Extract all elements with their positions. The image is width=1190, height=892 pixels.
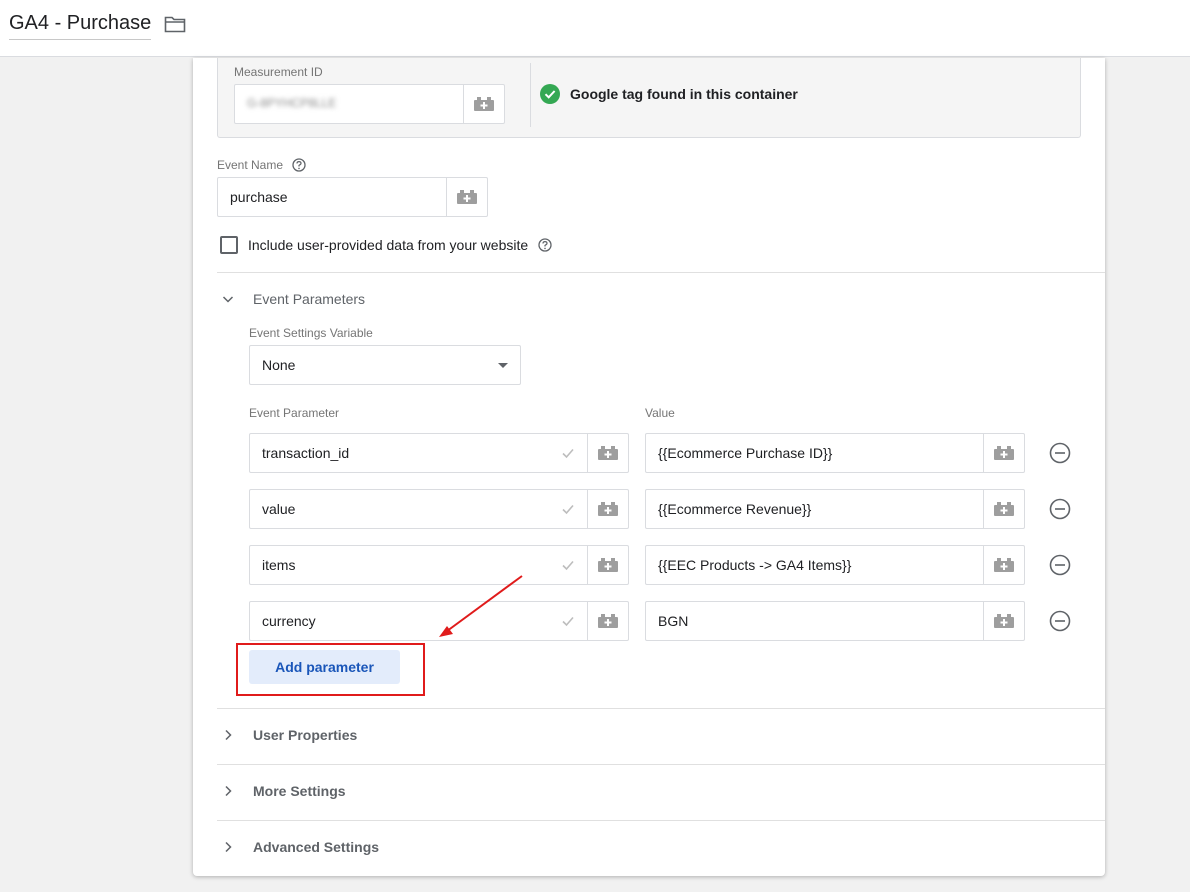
measurement-id-value: G-8PYHCP8LLE xyxy=(247,96,337,110)
annotation-highlight-box xyxy=(236,643,425,696)
variable-picker-button[interactable] xyxy=(983,490,1024,528)
remove-row-icon[interactable] xyxy=(1049,554,1071,576)
event-parameter-value: {{Ecommerce Purchase ID}} xyxy=(658,445,833,461)
event-parameter-value: {{EEC Products -> GA4 Items}} xyxy=(658,557,852,573)
divider xyxy=(217,820,1105,821)
event-parameter-value-field[interactable]: {{Ecommerce Purchase ID}} xyxy=(645,433,1025,473)
advanced-settings-title: Advanced Settings xyxy=(253,839,380,855)
remove-row-icon[interactable] xyxy=(1049,442,1071,464)
event-parameter-value-field[interactable]: {{EEC Products -> GA4 Items}} xyxy=(645,545,1025,585)
variable-brick-icon xyxy=(474,97,494,111)
event-parameters-title: Event Parameters xyxy=(253,291,366,307)
variable-picker-button[interactable] xyxy=(587,434,628,472)
advanced-settings-header[interactable]: Advanced Settings xyxy=(221,839,379,855)
variable-picker-button[interactable] xyxy=(587,546,628,584)
remove-row-icon[interactable] xyxy=(1049,610,1071,632)
event-name-label: Event Name xyxy=(217,158,306,172)
variable-brick-icon xyxy=(994,558,1014,572)
event-parameter-value-field[interactable]: BGN xyxy=(645,601,1025,641)
event-parameter-name: items xyxy=(262,557,296,573)
event-parameter-name: currency xyxy=(262,613,316,629)
user-data-checkbox-label: Include user-provided data from your web… xyxy=(248,237,529,253)
variable-picker-button[interactable] xyxy=(983,546,1024,584)
chevron-right-icon xyxy=(221,840,235,854)
user-properties-header[interactable]: User Properties xyxy=(221,727,357,743)
user-data-checkbox-row[interactable]: Include user-provided data from your web… xyxy=(220,236,552,254)
check-circle-icon xyxy=(540,84,560,104)
event-parameter-value: BGN xyxy=(658,613,689,629)
variable-brick-icon xyxy=(598,502,618,516)
event-parameter-field[interactable]: value xyxy=(249,489,629,529)
event-parameter-name: value xyxy=(262,501,296,517)
event-name-label-text: Event Name xyxy=(217,158,284,172)
divider xyxy=(217,272,1105,273)
checkmark-icon xyxy=(561,614,575,628)
value-column-label: Value xyxy=(645,406,675,420)
variable-brick-icon xyxy=(598,446,618,460)
checkmark-icon xyxy=(561,558,575,572)
more-settings-title: More Settings xyxy=(253,783,346,799)
event-name-value: purchase xyxy=(230,189,288,205)
variable-brick-icon xyxy=(994,614,1014,628)
chevron-right-icon xyxy=(221,728,235,742)
event-settings-variable-label: Event Settings Variable xyxy=(249,326,373,340)
divider xyxy=(217,708,1105,709)
variable-picker-button[interactable] xyxy=(983,434,1024,472)
chevron-down-icon xyxy=(221,292,235,306)
help-icon[interactable] xyxy=(538,238,552,252)
tag-title[interactable]: GA4 - Purchase xyxy=(9,12,151,40)
measurement-id-label: Measurement ID xyxy=(234,65,323,79)
user-data-checkbox[interactable] xyxy=(220,236,238,254)
variable-picker-button[interactable] xyxy=(446,178,487,216)
remove-row-icon[interactable] xyxy=(1049,498,1071,520)
checkmark-icon xyxy=(561,502,575,516)
variable-brick-icon xyxy=(994,502,1014,516)
divider xyxy=(217,764,1105,765)
tag-config-card: Measurement ID G-8PYHCP8LLE Google tag f… xyxy=(193,58,1105,876)
checkmark-icon xyxy=(561,446,575,460)
event-parameter-column-label: Event Parameter xyxy=(249,406,340,420)
google-tag-status-text: Google tag found in this container xyxy=(570,86,798,102)
event-settings-variable-value: None xyxy=(262,357,296,373)
variable-brick-icon xyxy=(598,614,618,628)
help-icon[interactable] xyxy=(292,158,306,172)
variable-brick-icon xyxy=(994,446,1014,460)
event-parameter-value-field[interactable]: {{Ecommerce Revenue}} xyxy=(645,489,1025,529)
variable-picker-button[interactable] xyxy=(587,490,628,528)
event-parameter-name: transaction_id xyxy=(262,445,350,461)
divider xyxy=(530,63,531,127)
variable-brick-icon xyxy=(598,558,618,572)
variable-brick-icon xyxy=(457,190,477,204)
folder-icon[interactable] xyxy=(164,15,186,33)
event-settings-variable-select[interactable]: None xyxy=(249,345,521,385)
measurement-id-field[interactable]: G-8PYHCP8LLE xyxy=(234,84,505,124)
top-bar: GA4 - Purchase xyxy=(0,0,1190,57)
chevron-right-icon xyxy=(221,784,235,798)
event-parameter-field[interactable]: transaction_id xyxy=(249,433,629,473)
event-parameter-value: {{Ecommerce Revenue}} xyxy=(658,501,812,517)
measurement-id-panel: Measurement ID G-8PYHCP8LLE Google tag f… xyxy=(217,58,1081,138)
variable-picker-button[interactable] xyxy=(463,85,504,123)
event-parameters-header[interactable]: Event Parameters xyxy=(221,291,365,307)
event-name-field[interactable]: purchase xyxy=(217,177,488,217)
more-settings-header[interactable]: More Settings xyxy=(221,783,346,799)
variable-picker-button[interactable] xyxy=(983,602,1024,640)
google-tag-status: Google tag found in this container xyxy=(540,84,798,104)
dropdown-arrow-icon xyxy=(498,363,508,368)
annotation-arrow xyxy=(439,575,523,637)
user-properties-title: User Properties xyxy=(253,727,358,743)
variable-picker-button[interactable] xyxy=(587,602,628,640)
